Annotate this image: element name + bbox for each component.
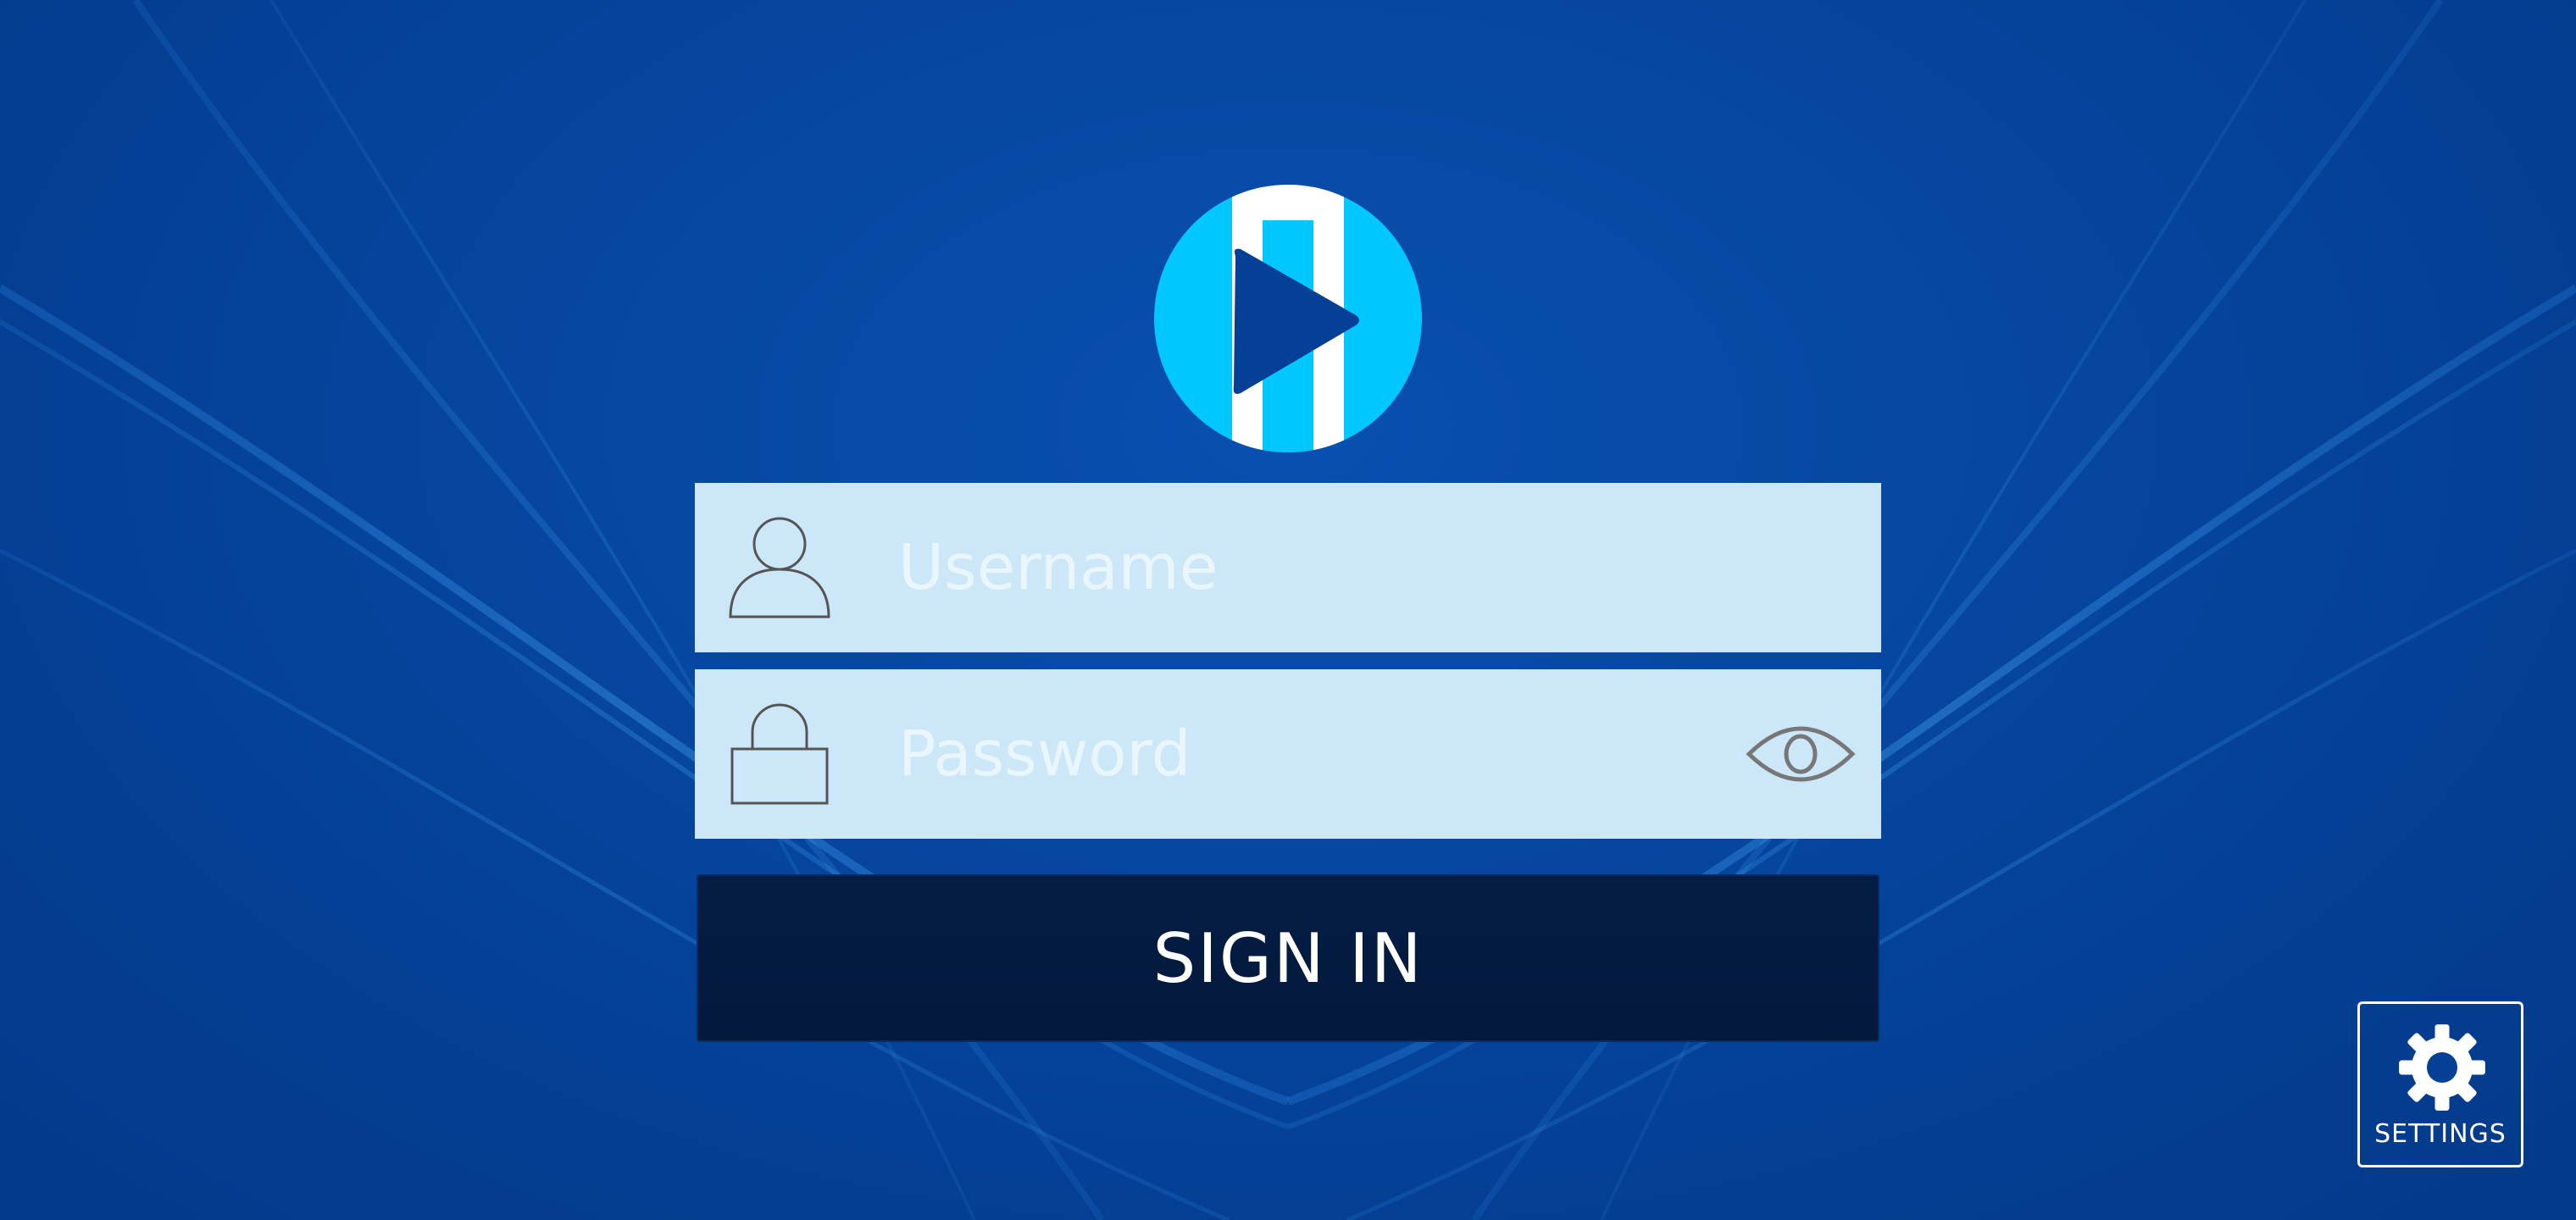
settings-button[interactable]: SETTINGS	[2357, 1001, 2523, 1167]
sign-in-button[interactable]: SIGN IN	[697, 874, 1879, 1042]
play-logo-icon	[1154, 185, 1422, 452]
sign-in-label: SIGN IN	[1152, 918, 1424, 998]
username-input[interactable]	[898, 483, 1746, 652]
user-icon	[729, 517, 830, 618]
username-field[interactable]	[695, 483, 1881, 652]
lock-icon	[730, 703, 829, 805]
eye-icon[interactable]	[1746, 712, 1856, 796]
password-field[interactable]	[695, 669, 1881, 839]
gear-icon	[2399, 1024, 2485, 1111]
login-screen: SIGN IN SETTINGS	[0, 0, 2576, 1220]
password-input[interactable]	[898, 669, 1746, 839]
settings-label: SETTINGS	[2374, 1119, 2507, 1149]
